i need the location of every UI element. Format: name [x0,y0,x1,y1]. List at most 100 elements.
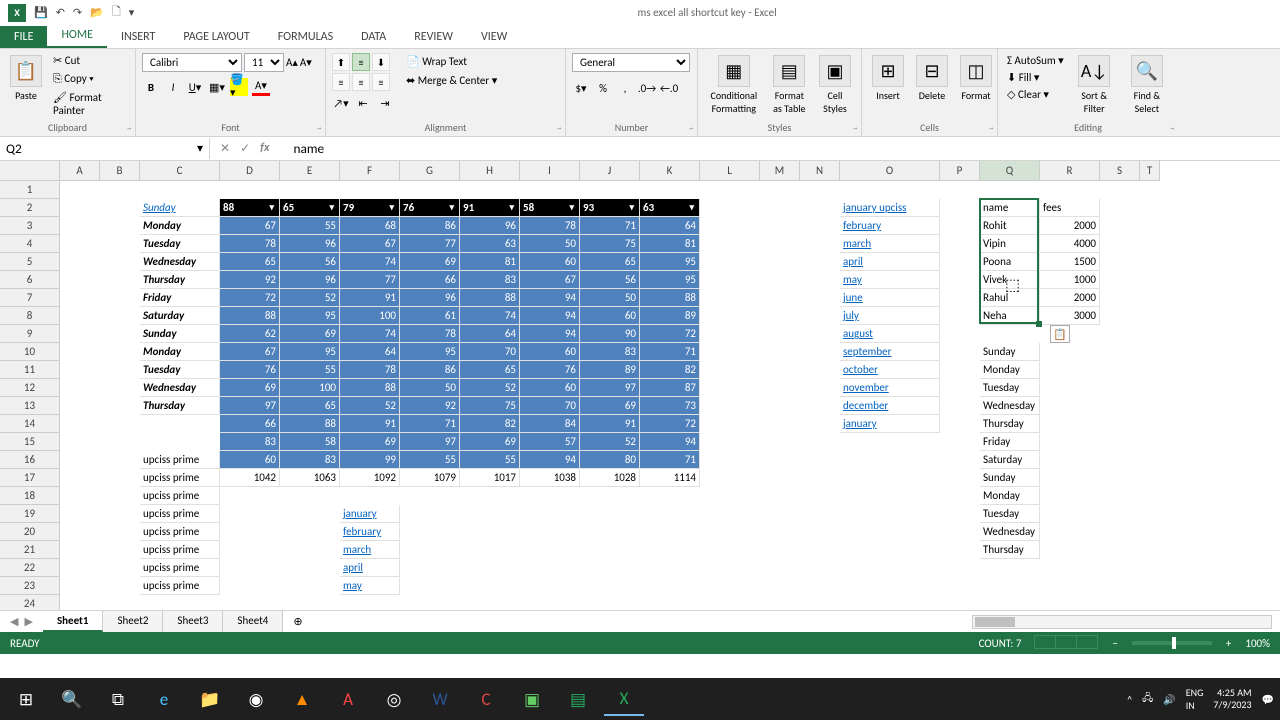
font-size-select[interactable]: 11 [244,53,284,72]
cell-R3[interactable]: 2000 [1040,217,1100,235]
align-top-icon[interactable]: ⬆ [332,53,350,71]
row-header-11[interactable]: 11 [0,361,60,379]
italic-button[interactable]: I [164,78,182,96]
cell-R4[interactable]: 4000 [1040,235,1100,253]
cell-D3[interactable]: 67 [220,217,280,235]
explorer-icon[interactable]: 📁 [190,682,230,716]
cell-I7[interactable]: 94 [520,289,580,307]
cell-D14[interactable]: 66 [220,415,280,433]
cell-C3[interactable]: Monday [140,217,220,235]
tray-lang[interactable]: ENGIN [1186,686,1204,712]
format-table-button[interactable]: ▤Format as Table [768,53,811,117]
cell-E3[interactable]: 55 [280,217,340,235]
cell-E9[interactable]: 69 [280,325,340,343]
tab-page-layout[interactable]: PAGE LAYOUT [169,26,263,48]
underline-button[interactable]: U▾ [186,78,204,96]
percent-icon[interactable]: % [594,79,612,97]
col-header-P[interactable]: P [940,161,980,181]
col-header-A[interactable]: A [60,161,100,181]
cell-H5[interactable]: 81 [460,253,520,271]
tab-view[interactable]: VIEW [467,26,521,48]
cell-K14[interactable]: 72 [640,415,700,433]
cell-K5[interactable]: 95 [640,253,700,271]
cell-Q14[interactable]: Thursday [980,415,1040,433]
word-icon[interactable]: W [420,682,460,716]
obs-icon[interactable]: ◎ [374,682,414,716]
clear-button[interactable]: ◇ Clear ▾ [1004,87,1067,102]
worksheet-grid[interactable]: ABCDEFGHIJKLMNOPQRST 1234567891011121314… [0,161,1280,610]
cell-E2[interactable]: 65▾ [280,199,340,217]
cell-F3[interactable]: 68 [340,217,400,235]
row-header-19[interactable]: 19 [0,505,60,523]
align-left-icon[interactable]: ≡ [332,73,350,91]
cell-J16[interactable]: 80 [580,451,640,469]
cell-J5[interactable]: 65 [580,253,640,271]
cell-K9[interactable]: 72 [640,325,700,343]
sheet-nav-next-icon[interactable]: ▶ [24,615,32,628]
cell-H7[interactable]: 88 [460,289,520,307]
cell-H8[interactable]: 74 [460,307,520,325]
cell-Q7[interactable]: Rahul [980,289,1040,307]
cell-I16[interactable]: 94 [520,451,580,469]
cell-Q17[interactable]: Sunday [980,469,1040,487]
copy-button[interactable]: ⎘ Copy ▾ [50,71,129,87]
row-header-14[interactable]: 14 [0,415,60,433]
row-header-20[interactable]: 20 [0,523,60,541]
cell-F13[interactable]: 52 [340,397,400,415]
redo-icon[interactable]: ↷ [73,6,82,19]
cell-F10[interactable]: 64 [340,343,400,361]
name-box-dropdown-icon[interactable]: ▾ [197,141,203,156]
cell-C16[interactable]: upciss prime [140,451,220,469]
cell-F16[interactable]: 99 [340,451,400,469]
cell-J6[interactable]: 56 [580,271,640,289]
cell-I13[interactable]: 70 [520,397,580,415]
cell-F20[interactable]: february [340,523,400,541]
tray-network-icon[interactable]: 🖧 [1142,691,1153,708]
cell-H13[interactable]: 75 [460,397,520,415]
cell-K11[interactable]: 82 [640,361,700,379]
excel-taskbar-icon[interactable]: X [604,682,644,716]
cond-format-button[interactable]: ▦Conditional Formatting [704,53,764,117]
cell-F4[interactable]: 67 [340,235,400,253]
view-buttons[interactable] [1035,635,1098,652]
cell-J4[interactable]: 75 [580,235,640,253]
cell-K15[interactable]: 94 [640,433,700,451]
row-header-12[interactable]: 12 [0,379,60,397]
cell-E13[interactable]: 65 [280,397,340,415]
sheet-tab-sheet4[interactable]: Sheet4 [223,611,283,632]
cell-Q8[interactable]: Neha [980,307,1040,325]
currency-icon[interactable]: $▾ [572,79,590,97]
cell-H9[interactable]: 64 [460,325,520,343]
cell-O5[interactable]: april [840,253,940,271]
cell-C23[interactable]: upciss prime [140,577,220,595]
cell-C17[interactable]: upciss prime [140,469,220,487]
cell-E12[interactable]: 100 [280,379,340,397]
find-select-button[interactable]: 🔍Find & Select [1122,53,1172,117]
paste-button[interactable]: 📋 Paste [6,53,46,104]
cell-F23[interactable]: may [340,577,400,595]
inc-indent-icon[interactable]: ⇥ [376,94,394,112]
col-header-Q[interactable]: Q [980,161,1040,181]
row-header-2[interactable]: 2 [0,199,60,217]
cell-G2[interactable]: 76▾ [400,199,460,217]
cell-O13[interactable]: december [840,397,940,415]
tab-data[interactable]: DATA [347,26,400,48]
cell-R6[interactable]: 1000 [1040,271,1100,289]
cell-O9[interactable]: august [840,325,940,343]
cell-O2[interactable]: january upciss [840,199,940,217]
paste-options-icon[interactable]: 📋 [1050,325,1070,343]
cell-styles-button[interactable]: ▣Cell Styles [815,53,855,117]
cell-D9[interactable]: 62 [220,325,280,343]
new-icon[interactable]: 🗋 [112,3,121,22]
cell-H11[interactable]: 65 [460,361,520,379]
cell-C5[interactable]: Wednesday [140,253,220,271]
cell-R2[interactable]: fees [1040,199,1100,217]
cell-F22[interactable]: april [340,559,400,577]
chrome-icon[interactable]: ◉ [236,682,276,716]
cell-F8[interactable]: 100 [340,307,400,325]
row-header-7[interactable]: 7 [0,289,60,307]
cell-D11[interactable]: 76 [220,361,280,379]
enter-formula-icon[interactable]: ✓ [240,141,250,156]
row-header-13[interactable]: 13 [0,397,60,415]
decrease-font-icon[interactable]: A▾ [300,56,312,69]
